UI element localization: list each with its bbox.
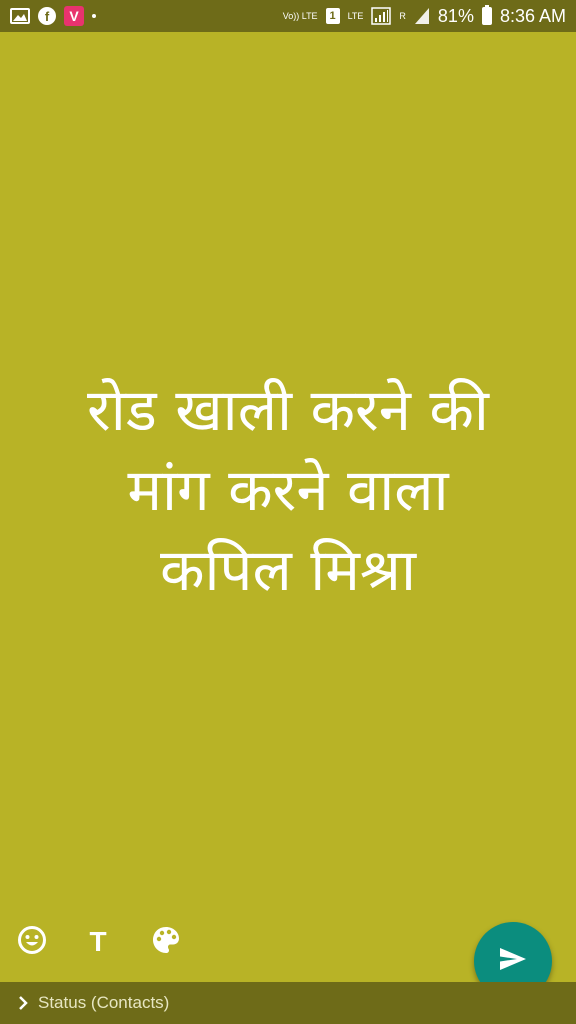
signal-2-icon xyxy=(414,7,430,25)
send-icon xyxy=(498,946,528,976)
lte-label: LTE xyxy=(347,10,364,21)
emoji-icon xyxy=(17,925,47,959)
text-style-button[interactable]: T xyxy=(80,924,116,960)
volte-label: Vo)) LTE xyxy=(282,10,318,21)
facebook-icon: f xyxy=(38,7,56,25)
vidmate-icon: V xyxy=(64,6,84,26)
clock: 8:36 AM xyxy=(499,5,566,26)
recipients-bar[interactable]: Status (Contacts) xyxy=(0,982,576,1024)
signal-icon xyxy=(371,7,392,25)
sim-icon: 1 xyxy=(325,8,340,24)
battery-icon xyxy=(481,5,492,25)
battery-percent: 81% xyxy=(437,5,474,26)
palette-icon xyxy=(151,925,181,959)
status-text[interactable]: रोड खाली करने की मांग करने वाला कपिल मिश… xyxy=(0,370,576,610)
palette-button[interactable] xyxy=(148,924,184,960)
chevron-right-icon xyxy=(18,996,28,1010)
recipients-label: Status (Contacts) xyxy=(38,993,170,1012)
gallery-icon xyxy=(10,8,30,24)
status-bar: f V Vo)) LTE 1 LTE R 81% 8:36 AM xyxy=(0,0,576,32)
notification-dot-icon xyxy=(92,14,96,18)
roaming-label: R xyxy=(399,10,406,21)
emoji-button[interactable] xyxy=(14,924,50,960)
